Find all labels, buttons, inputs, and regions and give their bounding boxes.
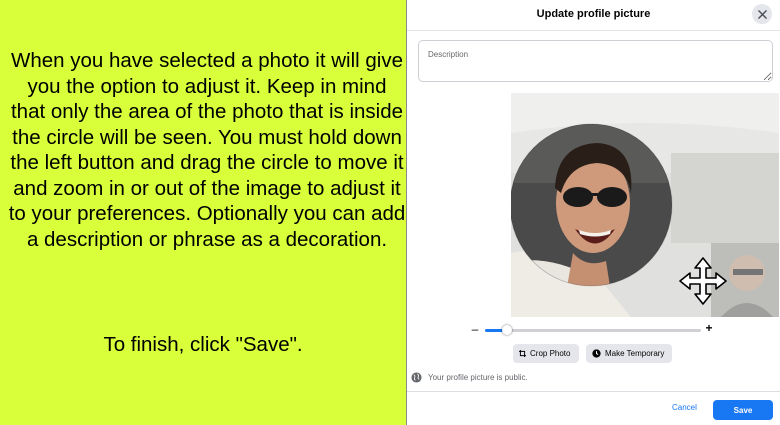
zoom-out-button[interactable]: –	[469, 322, 481, 336]
photo-crop-area[interactable]	[511, 93, 779, 317]
profile-photo	[511, 93, 779, 317]
close-icon	[757, 9, 767, 19]
privacy-notice: Your profile picture is public.	[411, 370, 528, 384]
description-input[interactable]	[419, 41, 772, 81]
clock-icon	[592, 349, 601, 358]
instruction-finish: To finish, click "Save".	[103, 333, 303, 356]
dialog-header: Update profile picture	[407, 0, 780, 31]
privacy-notice-text: Your profile picture is public.	[428, 372, 528, 382]
description-box	[418, 40, 773, 82]
instruction-panel: When you have selected a photo it will g…	[0, 0, 406, 425]
crop-photo-label: Crop Photo	[530, 349, 571, 358]
update-profile-picture-dialog: Update profile picture Description – + C…	[406, 0, 780, 425]
cancel-button[interactable]: Cancel	[672, 403, 697, 412]
close-button[interactable]	[752, 4, 772, 24]
crop-photo-button[interactable]: Crop Photo	[513, 344, 579, 363]
make-temporary-button[interactable]: Make Temporary	[586, 344, 672, 363]
globe-icon	[411, 371, 422, 383]
instruction-text: When you have selected a photo it will g…	[8, 49, 406, 251]
zoom-slider-thumb[interactable]	[501, 325, 512, 335]
crop-icon	[519, 350, 526, 357]
dialog-title: Update profile picture	[536, 8, 651, 20]
footer-divider	[407, 391, 780, 392]
zoom-slider[interactable]	[485, 325, 701, 335]
zoom-in-button[interactable]: +	[703, 321, 715, 335]
save-button[interactable]: Save	[713, 400, 773, 420]
make-temporary-label: Make Temporary	[605, 349, 665, 358]
